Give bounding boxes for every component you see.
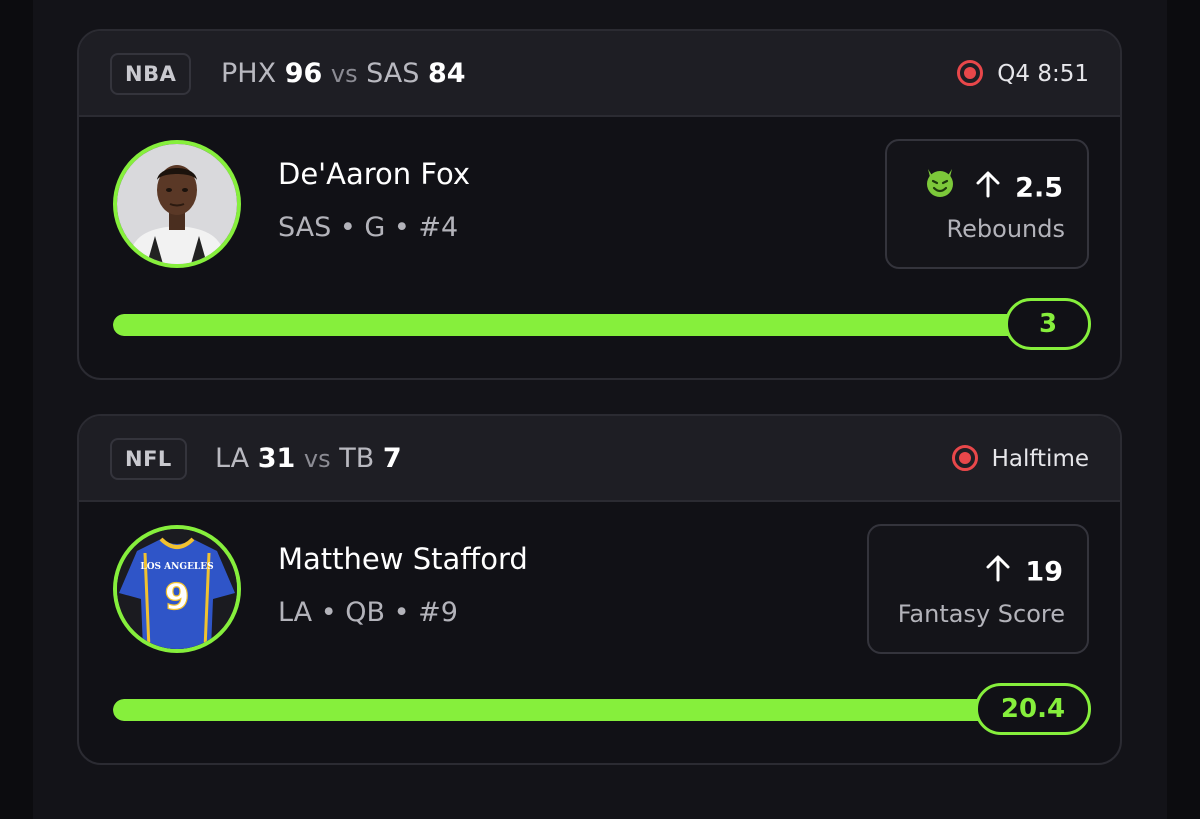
player-name: Matthew Stafford [278,542,528,576]
league-badge: NBA [110,53,192,95]
player-meta: LA • QB • #9 [278,597,458,628]
game-clock: Q4 8:51 [997,61,1089,87]
prop-line: 19 [985,554,1063,590]
jersey-number: 9 [164,577,189,618]
avatar[interactable]: LOS ANGELES 9 [113,525,241,653]
arrow-up-icon [985,554,1011,592]
game-status: Halftime [951,438,1089,480]
player-name: De'Aaron Fox [278,157,471,191]
jersey-photo: LOS ANGELES 9 [117,529,237,649]
prop-line: 2.5 [923,169,1063,205]
score-a: 96 [284,58,323,89]
score-b: 84 [428,58,466,89]
progress-value: 20.4 [975,683,1091,735]
prop-box[interactable]: 19 Fantasy Score [867,524,1089,654]
game-header: NFL LA 31 vs TB 7 Halftime [79,416,1120,502]
pick-card-nfl[interactable]: NFL LA 31 vs TB 7 Halftime LOS ANGELES 9… [77,414,1122,765]
jersey-text: LOS ANGELES [140,562,213,572]
arrow-up-icon [975,170,1001,208]
prop-value: 2.5 [1015,172,1063,204]
avatar[interactable] [113,140,241,268]
score-b: 7 [382,443,402,474]
player-photo [117,144,237,264]
game-status: Q4 8:51 [957,53,1089,95]
live-icon [957,59,984,86]
progress-fill [113,699,1021,721]
game-header: NBA PHX 96 vs SAS 84 Q4 8:51 [79,31,1120,117]
vs-label: vs [330,60,358,88]
team-a: PHX [221,58,277,89]
pick-card-nba[interactable]: NBA PHX 96 vs SAS 84 Q4 8:51 De'Aaron Fo… [77,29,1122,380]
team-a: LA [215,443,250,474]
team-b: TB [339,443,375,474]
progress-bar [113,314,1021,336]
game-clock: Halftime [991,446,1089,472]
prop-stat: Fantasy Score [897,600,1065,628]
score-a: 31 [257,443,296,474]
progress-bar [113,699,1021,721]
team-b: SAS [366,58,420,89]
league-badge: NFL [110,438,187,480]
player-meta: SAS • G • #4 [278,212,459,243]
progress-value: 3 [1005,298,1091,350]
progress-fill [113,314,1021,336]
prop-stat: Rebounds [946,215,1065,243]
matchup-score: PHX 96 vs SAS 84 [221,53,466,95]
live-icon [951,444,978,471]
matchup-score: LA 31 vs TB 7 [215,438,402,480]
prop-box[interactable]: 2.5 Rebounds [885,139,1089,269]
demon-icon [923,165,957,209]
prop-value: 19 [1025,556,1063,588]
vs-label: vs [303,445,331,473]
